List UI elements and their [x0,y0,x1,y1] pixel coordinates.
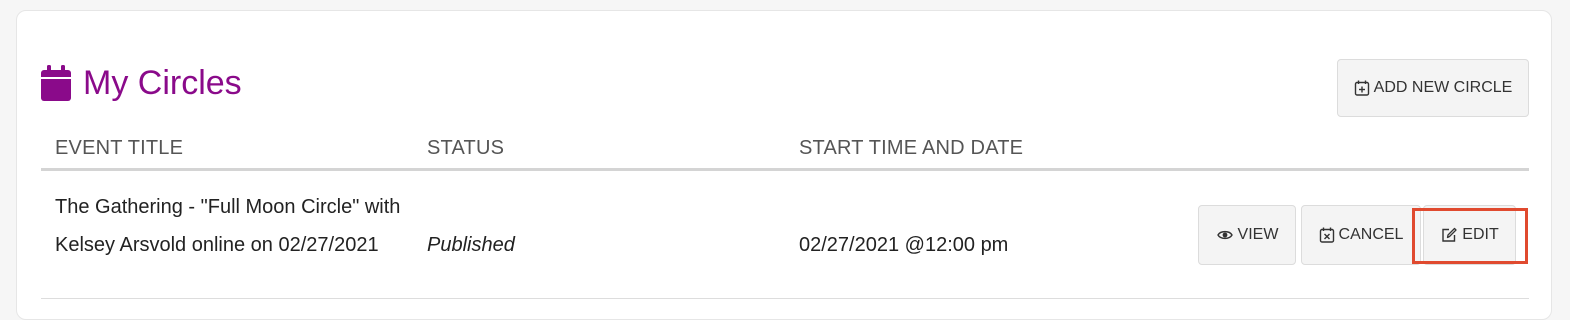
add-new-circle-button[interactable]: ADD NEW CIRCLE [1337,59,1529,117]
edit-label: EDIT [1462,226,1499,243]
eye-icon [1216,230,1233,240]
view-label: VIEW [1237,226,1279,243]
event-title-cell: The Gathering - "Full Moon Circle" with … [55,196,401,256]
start-time-cell: 02/27/2021 @12:00 pm [799,234,1009,256]
table-row: The Gathering - "Full Moon Circle" with … [41,171,1529,299]
edit-icon [1442,227,1457,242]
status-cell: Published [427,234,515,256]
column-header-event-title: EVENT TITLE [55,137,184,159]
calendar-icon [41,65,71,101]
my-circles-card: My Circles ADD NEW CIRCLE EVENT TITLE ST… [16,10,1552,320]
cancel-button[interactable]: CANCEL [1301,205,1421,265]
calendar-plus-icon [1354,80,1369,96]
table-header: EVENT TITLE STATUS START TIME AND DATE [41,133,1529,171]
page-title: My Circles [83,64,242,102]
calendar-x-icon [1319,227,1334,243]
column-header-status: STATUS [427,137,505,159]
cancel-label: CANCEL [1338,226,1404,243]
page-heading: My Circles [41,63,242,103]
add-new-circle-label: ADD NEW CIRCLE [1373,79,1513,96]
edit-button[interactable]: EDIT [1423,205,1516,265]
view-button[interactable]: VIEW [1198,205,1296,265]
column-header-start-time: START TIME AND DATE [799,137,1024,159]
